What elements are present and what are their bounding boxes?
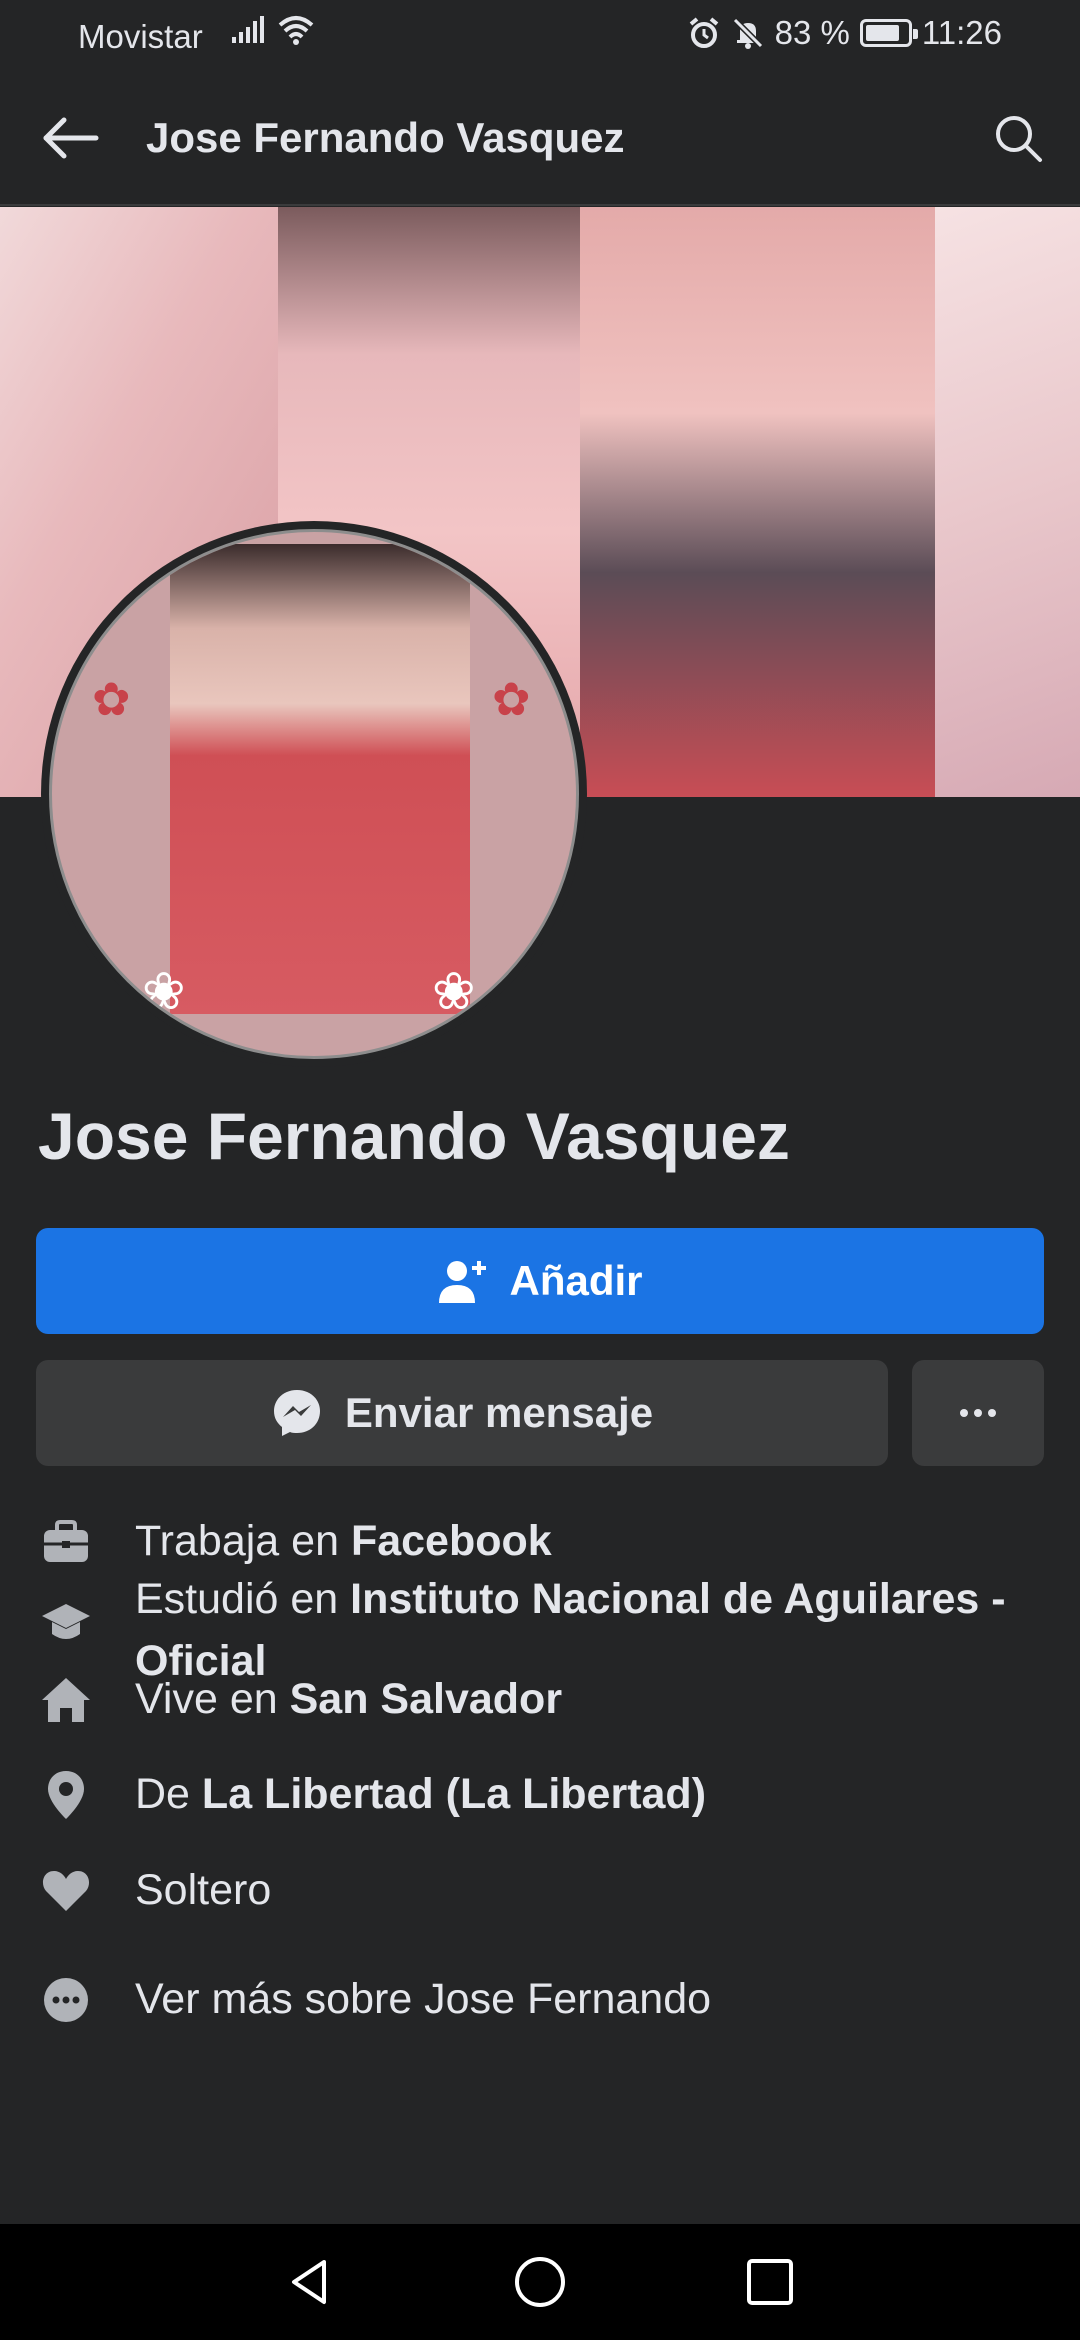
more-options-button[interactable] (912, 1360, 1044, 1466)
daisy-decoration-icon: ❀ (432, 963, 476, 1021)
heart-icon (42, 1871, 90, 1911)
hometown-link[interactable]: La Libertad (La Libertad) (202, 1770, 706, 1818)
more-dots-icon (960, 1409, 996, 1417)
workplace-link[interactable]: Facebook (351, 1517, 552, 1565)
signal-icon (232, 16, 264, 43)
add-friend-button[interactable]: Añadir (36, 1228, 1044, 1334)
mute-icon (732, 17, 763, 49)
profile-photo-image (170, 544, 470, 1014)
send-message-label: Enviar mensaje (344, 1389, 654, 1436)
nav-recents-icon[interactable] (742, 2254, 798, 2310)
add-friend-label: Añadir (509, 1257, 643, 1304)
clock: 11:26 (921, 14, 1002, 51)
rose-decoration-icon: ✿ (492, 673, 531, 725)
see-more-about-link[interactable]: Ver más sobre Jose Fernando (135, 1968, 1045, 2030)
battery-icon (859, 19, 918, 47)
battery-level (865, 25, 900, 41)
wifi-icon (278, 16, 314, 45)
info-text-residence: Vive en San Salvador (135, 1675, 563, 1723)
info-text-relationship: Soltero (135, 1866, 272, 1914)
profile-picture-frame[interactable]: ✿ ✿ ❀ ❀ (41, 521, 587, 1067)
info-text-hometown: De La Libertad (La Libertad) (135, 1770, 707, 1818)
alarm-icon (689, 17, 718, 48)
carrier-name: Movistar (78, 18, 203, 55)
messenger-icon (273, 1390, 320, 1436)
nav-home-icon[interactable] (512, 2254, 568, 2310)
home-icon (42, 1678, 90, 1722)
system-navigation-bar (0, 2224, 1080, 2340)
profile-picture[interactable]: ✿ ✿ ❀ ❀ (49, 529, 579, 1059)
cover-photo-panel (935, 207, 1080, 797)
send-message-button[interactable]: Enviar mensaje (36, 1360, 888, 1466)
info-text-work: Trabaja en Facebook (135, 1517, 552, 1565)
daisy-decoration-icon: ❀ (142, 963, 186, 1021)
cover-photo-panel (580, 207, 935, 797)
search-icon[interactable] (992, 112, 1044, 164)
profile-name: Jose Fernando Vasquez (38, 1099, 790, 1173)
back-arrow-icon[interactable] (40, 114, 100, 162)
add-friend-icon (439, 1261, 487, 1303)
nav-back-icon[interactable] (282, 2254, 338, 2310)
status-right: 83 % 11:26 (687, 14, 1002, 52)
graduation-cap-icon (42, 1604, 90, 1639)
city-link[interactable]: San Salvador (290, 1675, 562, 1723)
rose-decoration-icon: ✿ (92, 673, 131, 725)
location-pin-icon (48, 1771, 84, 1819)
page-title: Jose Fernando Vasquez (146, 114, 625, 161)
signal-icons (230, 14, 316, 46)
status-bar: Movistar 83 % 11:26 (0, 0, 1080, 72)
more-dots-icon (44, 1978, 88, 2022)
briefcase-icon (44, 1520, 88, 1562)
top-app-bar: Jose Fernando Vasquez (0, 72, 1080, 206)
battery-percent: 83 % (774, 14, 850, 51)
